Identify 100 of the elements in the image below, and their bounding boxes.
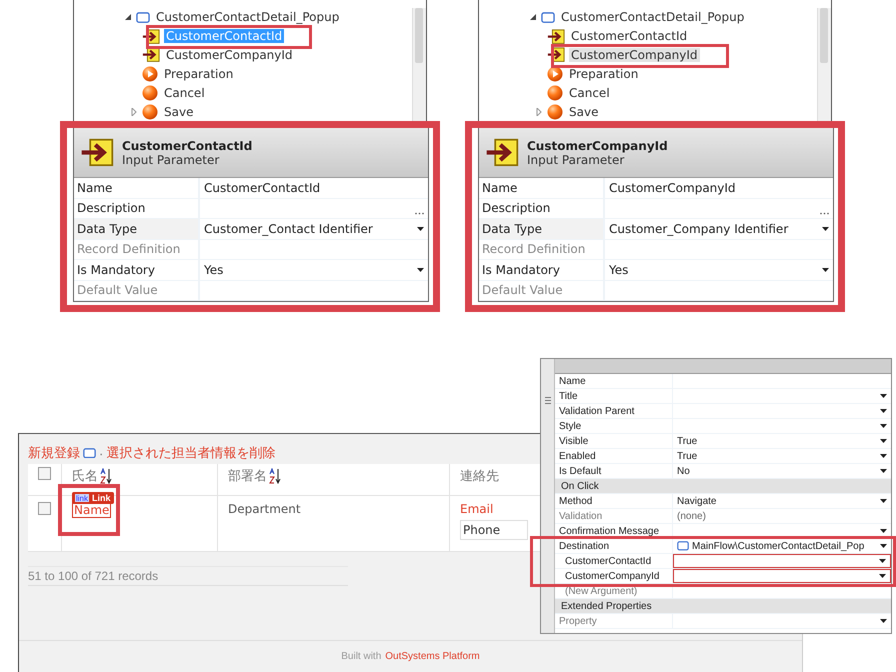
play-circle-icon — [142, 66, 158, 82]
ellipsis-icon[interactable] — [820, 212, 829, 215]
window-icon — [83, 448, 96, 458]
property-label: Name — [479, 178, 605, 198]
dropdown-caret-icon[interactable] — [880, 409, 887, 413]
checkbox[interactable] — [38, 467, 51, 480]
section-header: On Click — [560, 480, 599, 493]
tree-item[interactable]: CustomerContactDetail_Popup — [559, 10, 746, 24]
property-value[interactable]: Customer_Company Identifier — [609, 222, 822, 236]
section-header: Extended Properties — [560, 600, 652, 613]
header-subtitle: Input Parameter — [527, 152, 624, 166]
window-icon — [677, 541, 689, 551]
property-value[interactable]: Customer_Contact Identifier — [204, 222, 417, 236]
property-label: Validation Parent — [555, 404, 673, 418]
name-link[interactable]: Name — [72, 502, 112, 518]
department-text: Department — [228, 502, 301, 516]
property-label: Is Mandatory — [74, 260, 200, 280]
highlight-frame — [58, 484, 120, 536]
sphere-icon — [142, 84, 158, 101]
property-label: Property — [555, 614, 673, 628]
arrow-in-icon — [547, 28, 565, 44]
sort-icon[interactable] — [100, 468, 112, 484]
email-link[interactable]: Email — [460, 502, 494, 516]
argument-field[interactable] — [673, 569, 891, 583]
arrow-in-icon — [142, 28, 160, 44]
arrow-in-icon — [142, 47, 160, 63]
property-value[interactable]: No — [673, 464, 891, 478]
dropdown-caret-icon[interactable] — [880, 469, 887, 473]
tree-item[interactable]: CustomerContactDetail_Popup — [154, 10, 342, 24]
property-value[interactable]: Navigate — [673, 494, 891, 508]
link-icon: link — [75, 494, 90, 502]
dropdown-caret-icon[interactable] — [880, 424, 887, 428]
property-value[interactable]: True — [673, 449, 891, 463]
sphere-icon — [547, 104, 563, 120]
checkbox[interactable] — [38, 502, 51, 515]
dropdown-caret-icon[interactable] — [417, 268, 424, 272]
column-title: 連絡先 — [460, 468, 499, 485]
tree-item[interactable]: Save — [162, 104, 196, 119]
window-icon — [541, 12, 555, 23]
tree-item[interactable]: CustomerContactId — [569, 29, 690, 44]
tree-item[interactable]: Preparation — [162, 66, 236, 81]
separator-dot: · — [99, 446, 104, 460]
dropdown-caret-icon[interactable] — [822, 226, 829, 231]
dropdown-caret-icon[interactable] — [822, 268, 829, 272]
platform-link[interactable]: OutSystems Platform — [385, 651, 480, 662]
tree-item[interactable]: Preparation — [567, 66, 640, 81]
dropdown-caret-icon[interactable] — [880, 499, 887, 503]
tree-item[interactable]: Cancel — [162, 86, 207, 100]
grip-bar[interactable] — [541, 359, 555, 633]
ellipsis-icon[interactable] — [415, 212, 424, 215]
tree-item[interactable]: CustomerCompanyId — [569, 48, 700, 62]
property-value[interactable]: CustomerContactId — [204, 180, 424, 195]
scrollbar[interactable] — [412, 8, 426, 121]
property-value[interactable]: Yes — [204, 262, 417, 277]
property-label: Default Value — [479, 280, 605, 300]
property-label: Record Definition — [74, 240, 200, 259]
argument-field[interactable] — [673, 554, 891, 568]
scrollbar[interactable] — [817, 8, 831, 121]
expander-icon[interactable] — [124, 13, 132, 22]
column-title: 氏名 — [72, 468, 98, 485]
dropdown-caret-icon[interactable] — [879, 559, 886, 563]
dropdown-caret-icon[interactable] — [417, 226, 424, 231]
expander-icon[interactable] — [529, 13, 537, 22]
dropdown-caret-icon[interactable] — [879, 574, 886, 578]
tree-item[interactable]: CustomerCompanyId — [164, 48, 295, 62]
property-label: Visible — [555, 434, 673, 448]
property-label: Style — [555, 419, 673, 433]
play-circle-icon — [547, 66, 563, 82]
property-value[interactable]: True — [673, 434, 891, 448]
dropdown-caret-icon[interactable] — [880, 454, 887, 458]
property-label: Enabled — [555, 449, 673, 463]
tree-item[interactable]: Save — [567, 104, 600, 119]
property-value[interactable]: MainFlow\CustomerContactDetail_Pop — [673, 539, 891, 553]
property-value[interactable]: CustomerCompanyId — [609, 180, 829, 195]
sphere-icon — [547, 84, 563, 101]
property-label: (New Argument) — [555, 584, 673, 598]
dropdown-caret-icon[interactable] — [880, 394, 887, 398]
footer-text: Built with — [341, 651, 382, 662]
delete-link[interactable]: 選択された担当者情報を削除 — [106, 444, 276, 462]
tree-item[interactable]: Cancel — [567, 86, 612, 100]
property-label: Is Mandatory — [479, 260, 605, 280]
property-label: Name — [74, 178, 200, 198]
property-label: Data Type — [479, 219, 605, 238]
sort-icon[interactable] — [269, 468, 281, 484]
property-label: Record Definition — [479, 240, 605, 259]
new-link[interactable]: 新規登録 — [28, 444, 80, 462]
property-value[interactable]: Yes — [609, 262, 822, 277]
property-label: CustomerContactId — [555, 554, 673, 568]
dropdown-caret-icon[interactable] — [880, 529, 887, 533]
arrow-in-icon — [80, 138, 114, 167]
property-label: Validation — [555, 509, 673, 523]
header-subtitle: Input Parameter — [122, 152, 220, 166]
header-title: CustomerCompanyId — [527, 138, 668, 152]
property-label: Data Type — [74, 219, 200, 238]
property-label: Method — [555, 494, 673, 508]
phone-field[interactable]: Phone — [460, 520, 528, 540]
dropdown-caret-icon[interactable] — [880, 439, 887, 443]
grip-icon[interactable] — [544, 397, 550, 404]
property-label: Confirmation Message — [555, 524, 673, 538]
dropdown-caret-icon[interactable] — [880, 544, 887, 548]
